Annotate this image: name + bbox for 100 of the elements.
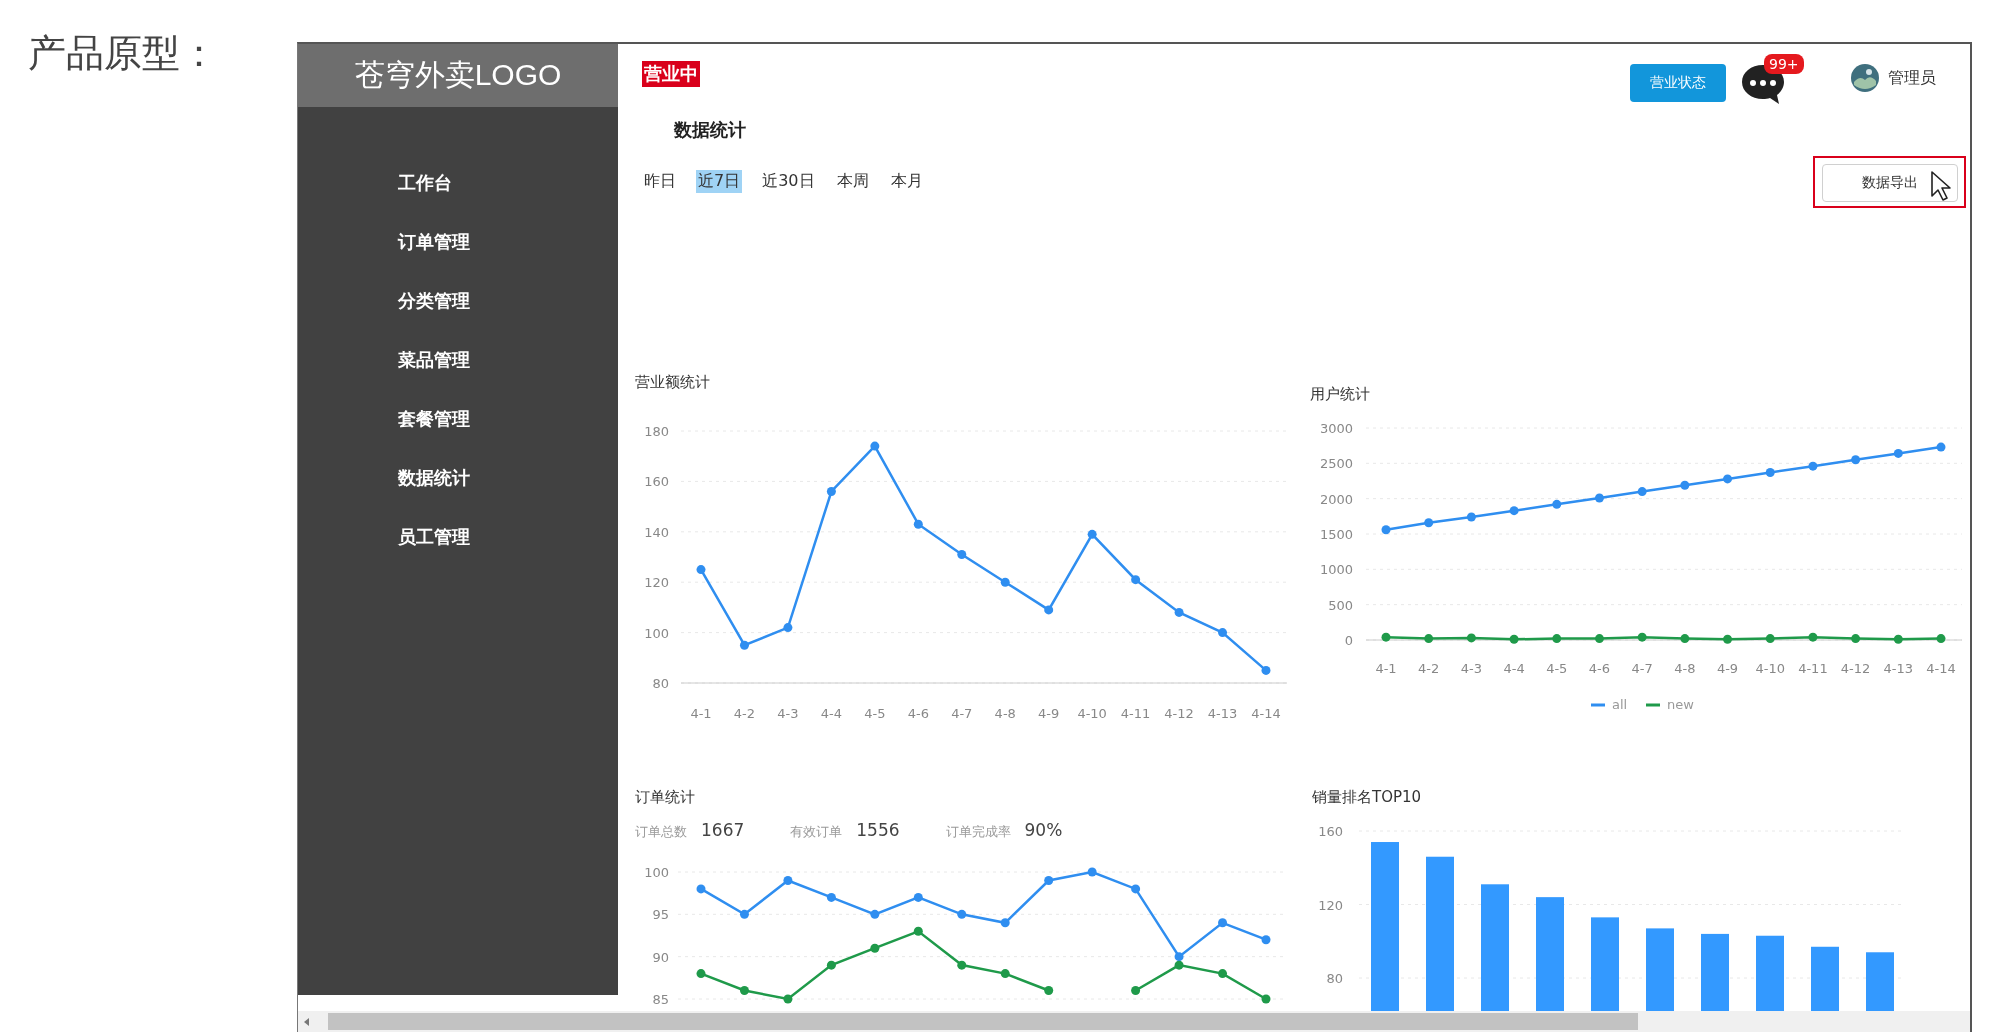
axis-label: 4-13 xyxy=(1883,661,1914,676)
point xyxy=(1723,634,1733,644)
stat-value: 1667 xyxy=(701,820,745,840)
point xyxy=(1594,634,1604,644)
bar xyxy=(1811,946,1839,1011)
axis-label: 4-12 xyxy=(1840,661,1871,676)
point xyxy=(1218,918,1228,928)
axis-label: 4-6 xyxy=(907,706,929,721)
axis-label: 4-7 xyxy=(1631,661,1653,676)
axis-label: 4-5 xyxy=(1546,661,1568,676)
point xyxy=(1851,634,1861,644)
point xyxy=(913,892,923,902)
point xyxy=(1044,605,1054,615)
point xyxy=(870,441,880,451)
chart-title: 用户统计 xyxy=(1309,384,1371,405)
axis-label: 120 xyxy=(1318,897,1343,913)
scroll-left-icon[interactable] xyxy=(302,1016,312,1027)
axis-label: 4-14 xyxy=(1251,706,1281,721)
axis-label: 90 xyxy=(652,949,669,965)
page-heading: 产品原型： xyxy=(28,30,218,77)
legend-swatch xyxy=(1646,703,1660,707)
axis-label: 160 xyxy=(1318,824,1343,839)
stat-label: 订单总数 xyxy=(635,823,687,841)
point xyxy=(957,909,967,919)
point xyxy=(1131,986,1141,996)
point xyxy=(870,909,880,919)
point xyxy=(1936,634,1946,644)
range-tab[interactable]: 近30日 xyxy=(760,169,817,193)
stat-value: 1556 xyxy=(856,820,900,840)
sidebar-item[interactable]: 分类管理 xyxy=(398,286,618,316)
point xyxy=(1218,969,1228,979)
axis-label: 4-10 xyxy=(1755,661,1785,676)
point xyxy=(1174,960,1184,970)
axis-label: 4-4 xyxy=(1503,661,1525,676)
scrollbar[interactable] xyxy=(298,1011,1970,1032)
point xyxy=(1466,512,1476,522)
point xyxy=(783,994,793,1004)
point xyxy=(1765,634,1775,644)
point xyxy=(1509,634,1519,644)
stat-value: 90% xyxy=(1024,820,1063,840)
point xyxy=(1381,632,1391,642)
legend-swatch xyxy=(1591,703,1605,707)
user-name[interactable]: 管理员 xyxy=(1888,67,1936,89)
point xyxy=(1765,468,1775,478)
point xyxy=(1218,628,1228,638)
point xyxy=(1131,884,1141,894)
point xyxy=(1723,474,1733,484)
point xyxy=(1000,918,1010,928)
point xyxy=(1552,634,1562,644)
point xyxy=(739,986,749,996)
axis-label: 4-3 xyxy=(1460,661,1482,676)
page-title: 数据统计 xyxy=(674,118,746,142)
sidebar-item[interactable]: 套餐管理 xyxy=(398,404,618,434)
axis-label: 1000 xyxy=(1319,562,1353,578)
sidebar-item[interactable]: 菜品管理 xyxy=(398,345,618,375)
axis-label: 160 xyxy=(644,474,669,490)
point xyxy=(1808,461,1818,471)
sidebar-item[interactable]: 订单管理 xyxy=(398,227,618,257)
chart-title: 订单统计 xyxy=(634,787,696,808)
point xyxy=(783,875,793,885)
point xyxy=(1044,986,1054,996)
axis-label: 4-2 xyxy=(1418,661,1440,676)
axis-label: 0 xyxy=(1344,633,1353,648)
axis-label: 4-1 xyxy=(690,706,712,721)
axis-label: 4-2 xyxy=(733,706,756,721)
sidebar-item[interactable]: 员工管理 xyxy=(398,522,618,552)
point xyxy=(1893,448,1903,458)
axis-label: 4-9 xyxy=(1038,706,1060,721)
point xyxy=(1851,455,1861,465)
sidebar-item[interactable]: 工作台 xyxy=(398,168,618,198)
axis-label: 4-5 xyxy=(864,706,886,721)
point xyxy=(1637,632,1647,642)
axis-label: 4-8 xyxy=(1674,661,1696,676)
axis-label: 4-3 xyxy=(777,706,799,721)
notification-badge: 99+ xyxy=(1764,54,1804,74)
axis-label: 85 xyxy=(652,992,669,1006)
point xyxy=(913,519,923,529)
point xyxy=(1936,442,1946,452)
avatar-icon[interactable] xyxy=(1850,63,1880,93)
point xyxy=(1594,493,1604,503)
sidebar-item[interactable]: 数据统计 xyxy=(398,463,618,493)
scrollbar-thumb[interactable] xyxy=(328,1013,1638,1030)
point xyxy=(1808,632,1818,642)
axis-label: 80 xyxy=(652,676,669,691)
range-tab[interactable]: 近7日 xyxy=(696,169,743,193)
axis-label: 4-14 xyxy=(1926,661,1956,676)
range-tab[interactable]: 昨日 xyxy=(642,169,678,193)
axis-label: 4-4 xyxy=(820,706,842,721)
range-tab[interactable]: 本月 xyxy=(888,169,925,193)
range-tab[interactable]: 本周 xyxy=(834,169,871,193)
export-button[interactable]: 数据导出 xyxy=(1822,164,1958,202)
point xyxy=(1000,577,1010,587)
point xyxy=(696,969,706,979)
point xyxy=(739,909,749,919)
axis-label: 80 xyxy=(1326,971,1343,986)
point xyxy=(957,549,967,559)
point xyxy=(1261,935,1271,945)
point xyxy=(1131,575,1141,585)
chart-title: 营业额统计 xyxy=(634,372,711,393)
axis-label: 500 xyxy=(1328,597,1353,613)
